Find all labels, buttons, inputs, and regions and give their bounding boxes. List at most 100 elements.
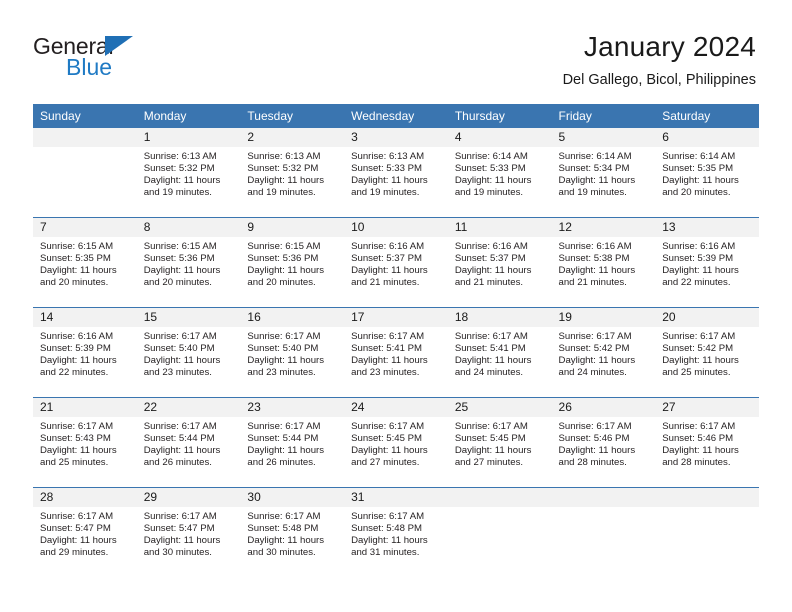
sunrise-text: Sunrise: 6:15 AM: [40, 241, 114, 252]
day-details: Sunrise: 6:16 AM Sunset: 5:37 PM Daylight:…: [448, 237, 552, 289]
sunrise-text: Sunrise: 6:15 AM: [247, 241, 321, 252]
sunrise-text: Sunrise: 6:17 AM: [454, 421, 528, 432]
day-cell[interactable]: 6 Sunrise: 6:14 AM Sunset: 5:35 PM Daylight…: [655, 128, 759, 217]
calendar-cell: 14 Sunrise: 6:16 AM Sunset: 5:39 PM Dayligh…: [33, 307, 137, 398]
day-cell[interactable]: 16 Sunrise: 6:17 AM Sunset: 5:40 PM Dayligh…: [240, 308, 345, 397]
sunrise-text: Sunrise: 6:14 AM: [454, 151, 528, 162]
sunset-text: Sunset: 5:32 PM: [143, 163, 215, 175]
sunset-text: Sunset: 5:41 PM: [454, 343, 526, 355]
day-cell[interactable]: 17 Sunrise: 6:17 AM Sunset: 5:41 PM Dayligh…: [344, 308, 448, 397]
sunset-text: Sunset: 5:45 PM: [454, 433, 526, 445]
day-cell[interactable]: 22 Sunrise: 6:17 AM Sunset: 5:44 PM Dayligh…: [136, 398, 241, 487]
day-number: 1: [136, 128, 241, 147]
calendar-cell: 24 Sunrise: 6:17 AM Sunset: 5:45 PM Dayligh…: [344, 397, 448, 488]
logo: General Blue: [33, 28, 213, 79]
day-cell[interactable]: 31 Sunrise: 6:17 AM Sunset: 5:48 PM Dayligh…: [344, 488, 448, 577]
day-cell[interactable]: 12 Sunrise: 6:16 AM Sunset: 5:38 PM Dayligh…: [551, 218, 656, 307]
day-details: Sunrise: 6:16 AM Sunset: 5:38 PM Daylight:…: [552, 237, 656, 289]
day-number: 24: [344, 398, 448, 417]
day-cell[interactable]: 20 Sunrise: 6:17 AM Sunset: 5:42 PM Dayligh…: [655, 308, 759, 397]
day-cell[interactable]: 26 Sunrise: 6:17 AM Sunset: 5:46 PM Dayligh…: [551, 398, 656, 487]
day-number: 2: [240, 128, 345, 147]
day-cell[interactable]: 10 Sunrise: 6:16 AM Sunset: 5:37 PM Dayligh…: [344, 218, 448, 307]
sunset-text: Sunset: 5:40 PM: [143, 343, 215, 355]
calendar-page: General Blue January 2024 Del Gallego, B…: [0, 0, 792, 612]
day-number: 6: [655, 128, 759, 147]
daylight-text: Daylight: 11 hours and 24 minutes.: [454, 355, 532, 379]
sunrise-text: Sunrise: 6:17 AM: [143, 421, 217, 432]
sunset-text: Sunset: 5:43 PM: [40, 433, 111, 445]
calendar-cell: 26 Sunrise: 6:17 AM Sunset: 5:46 PM Dayligh…: [551, 397, 656, 488]
day-cell[interactable]: 14 Sunrise: 6:16 AM Sunset: 5:39 PM Dayligh…: [33, 308, 137, 397]
sunrise-text: Sunrise: 6:17 AM: [454, 331, 528, 342]
day-number: 29: [136, 488, 241, 507]
day-details: Sunrise: 6:17 AM Sunset: 5:43 PM Daylight:…: [33, 417, 137, 469]
day-details: Sunrise: 6:17 AM Sunset: 5:40 PM Daylight:…: [240, 327, 344, 379]
day-cell[interactable]: 24 Sunrise: 6:17 AM Sunset: 5:45 PM Dayligh…: [344, 398, 448, 487]
calendar-cell: 23 Sunrise: 6:17 AM Sunset: 5:44 PM Dayligh…: [240, 397, 345, 488]
sunset-text: Sunset: 5:45 PM: [351, 433, 423, 445]
day-details: Sunrise: 6:15 AM Sunset: 5:36 PM Daylight:…: [137, 237, 241, 289]
day-cell[interactable]: 2 Sunrise: 6:13 AM Sunset: 5:32 PM Daylight…: [240, 128, 345, 217]
day-cell[interactable]: 4 Sunrise: 6:14 AM Sunset: 5:33 PM Daylight…: [447, 128, 552, 217]
day-cell[interactable]: 15 Sunrise: 6:17 AM Sunset: 5:40 PM Dayligh…: [136, 308, 241, 397]
day-details: Sunrise: 6:14 AM Sunset: 5:34 PM Daylight:…: [552, 147, 656, 199]
daylight-text: Daylight: 11 hours and 22 minutes.: [662, 265, 739, 289]
day-cell[interactable]: 29 Sunrise: 6:17 AM Sunset: 5:47 PM Dayligh…: [136, 488, 241, 577]
day-details: Sunrise: 6:17 AM Sunset: 5:46 PM Daylight:…: [655, 417, 759, 469]
day-cell[interactable]: 13 Sunrise: 6:16 AM Sunset: 5:39 PM Dayligh…: [655, 218, 759, 307]
day-cell[interactable]: 25 Sunrise: 6:17 AM Sunset: 5:45 PM Dayligh…: [447, 398, 552, 487]
sunset-text: Sunset: 5:44 PM: [143, 433, 215, 445]
day-number: 27: [655, 398, 759, 417]
day-cell[interactable]: 28 Sunrise: 6:17 AM Sunset: 5:47 PM Dayligh…: [33, 488, 137, 577]
calendar-cell: 2 Sunrise: 6:13 AM Sunset: 5:32 PM Daylight…: [240, 128, 345, 218]
day-cell[interactable]: 7 Sunrise: 6:15 AM Sunset: 5:35 PM Daylight…: [33, 218, 137, 307]
day-details: Sunrise: 6:14 AM Sunset: 5:33 PM Daylight:…: [448, 147, 552, 199]
sunrise-text: Sunrise: 6:17 AM: [40, 511, 114, 522]
day-cell[interactable]: 21 Sunrise: 6:17 AM Sunset: 5:43 PM Dayligh…: [33, 398, 137, 487]
day-cell[interactable]: 9 Sunrise: 6:15 AM Sunset: 5:36 PM Daylight…: [240, 218, 345, 307]
day-cell[interactable]: 5 Sunrise: 6:14 AM Sunset: 5:34 PM Daylight…: [551, 128, 656, 217]
day-cell[interactable]: 18 Sunrise: 6:17 AM Sunset: 5:41 PM Dayligh…: [447, 308, 552, 397]
calendar-cell: 27 Sunrise: 6:17 AM Sunset: 5:46 PM Dayligh…: [655, 397, 759, 488]
daylight-text: Daylight: 11 hours and 30 minutes.: [143, 535, 221, 559]
calendar-cell: [447, 487, 552, 577]
day-number: 9: [240, 218, 345, 237]
calendar-cell: 22 Sunrise: 6:17 AM Sunset: 5:44 PM Dayligh…: [136, 397, 241, 488]
day-number: 16: [240, 308, 345, 327]
day-cell[interactable]: 1 Sunrise: 6:13 AM Sunset: 5:32 PM Daylight…: [136, 128, 241, 217]
day-number: 30: [240, 488, 345, 507]
day-cell[interactable]: 30 Sunrise: 6:17 AM Sunset: 5:48 PM Dayligh…: [240, 488, 345, 577]
day-number: 31: [344, 488, 448, 507]
day-cell[interactable]: 23 Sunrise: 6:17 AM Sunset: 5:44 PM Dayligh…: [240, 398, 345, 487]
daylight-text: Daylight: 11 hours and 31 minutes.: [351, 535, 428, 559]
day-cell[interactable]: 3 Sunrise: 6:13 AM Sunset: 5:33 PM Daylight…: [344, 128, 448, 217]
day-details: Sunrise: 6:13 AM Sunset: 5:32 PM Daylight:…: [240, 147, 344, 199]
daylight-text: Daylight: 11 hours and 19 minutes.: [454, 175, 532, 199]
calendar-cell: 31 Sunrise: 6:17 AM Sunset: 5:48 PM Dayligh…: [344, 487, 448, 577]
calendar-week-row: 7 Sunrise: 6:15 AM Sunset: 5:35 PM Daylight…: [33, 217, 759, 308]
daylight-text: Daylight: 11 hours and 27 minutes.: [351, 445, 428, 469]
day-cell[interactable]: 8 Sunrise: 6:15 AM Sunset: 5:36 PM Daylight…: [136, 218, 241, 307]
calendar-cell: 15 Sunrise: 6:17 AM Sunset: 5:40 PM Dayligh…: [136, 307, 241, 398]
weekday-header-tuesday: Tuesday: [240, 104, 345, 128]
day-cell[interactable]: 11 Sunrise: 6:16 AM Sunset: 5:37 PM Dayligh…: [447, 218, 552, 307]
calendar-cell: [551, 487, 656, 577]
day-number: 10: [344, 218, 448, 237]
day-number: 7: [33, 218, 137, 237]
calendar-cell: 12 Sunrise: 6:16 AM Sunset: 5:38 PM Dayligh…: [551, 217, 656, 308]
sunset-text: Sunset: 5:37 PM: [454, 253, 526, 265]
sunset-text: Sunset: 5:46 PM: [558, 433, 630, 445]
daylight-text: Daylight: 11 hours and 26 minutes.: [143, 445, 221, 469]
sunrise-text: Sunrise: 6:14 AM: [662, 151, 736, 162]
day-cell[interactable]: 19 Sunrise: 6:17 AM Sunset: 5:42 PM Dayligh…: [551, 308, 656, 397]
calendar-cell: [655, 487, 759, 577]
daylight-text: Daylight: 11 hours and 30 minutes.: [247, 535, 325, 559]
calendar-cell: 7 Sunrise: 6:15 AM Sunset: 5:35 PM Daylight…: [33, 217, 137, 308]
title-block: January 2024 Del Gallego, Bicol, Philipp…: [563, 28, 756, 91]
daylight-text: Daylight: 11 hours and 20 minutes.: [662, 175, 739, 199]
day-details: Sunrise: 6:14 AM Sunset: 5:35 PM Daylight:…: [655, 147, 759, 199]
sunrise-text: Sunrise: 6:17 AM: [662, 331, 736, 342]
day-cell[interactable]: 27 Sunrise: 6:17 AM Sunset: 5:46 PM Dayligh…: [655, 398, 759, 487]
day-details: Sunrise: 6:17 AM Sunset: 5:41 PM Daylight:…: [448, 327, 552, 379]
